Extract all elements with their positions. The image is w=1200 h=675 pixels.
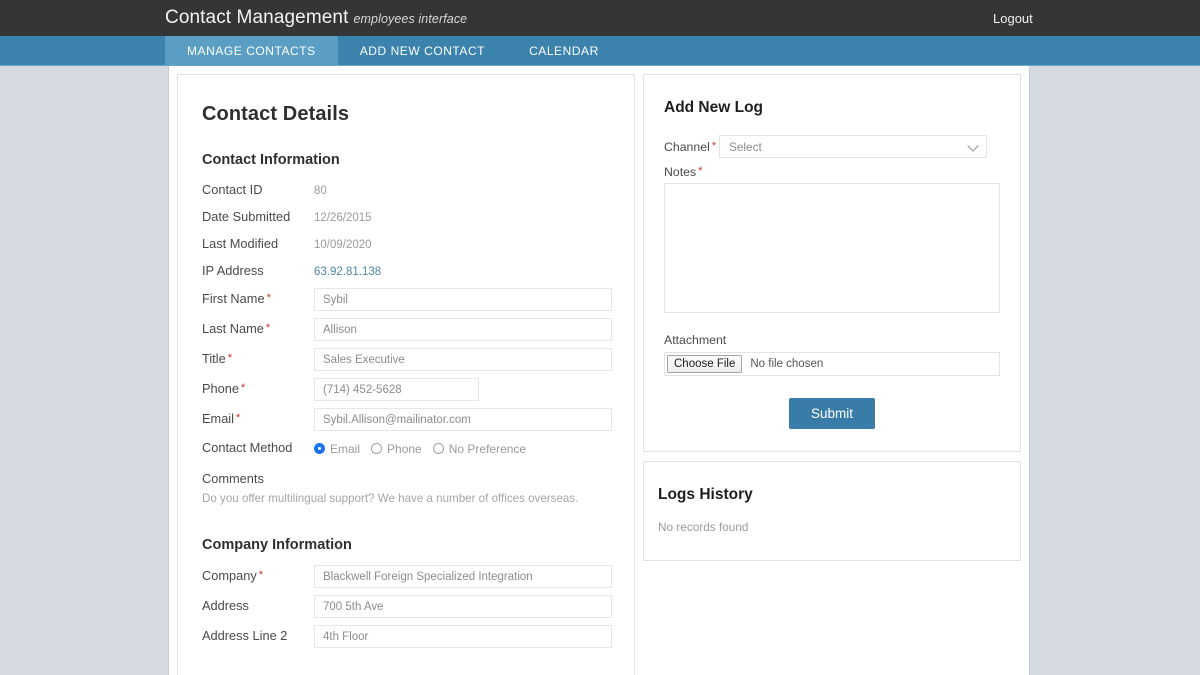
label-phone: Phone * — [202, 381, 246, 397]
radio-no-preference[interactable]: No Preference — [432, 441, 527, 456]
label-contact-id: Contact ID — [202, 182, 263, 198]
label-channel: Channel * — [664, 139, 717, 154]
radio-no-preference-label: No Preference — [448, 441, 527, 456]
row-channel: Channel * Select — [664, 135, 1000, 158]
channel-select-value: Select — [729, 139, 762, 154]
submit-button[interactable]: Submit — [788, 398, 876, 429]
radio-phone-icon — [371, 443, 383, 454]
right-column: Add New Log Channel * Select Notes * Attac… — [643, 74, 1021, 561]
company-information-heading: Company Information — [202, 537, 352, 554]
app-title: Contact Management — [165, 7, 349, 28]
page-background: Contact Details Contact Information Cont… — [0, 66, 1200, 675]
row-address-line-2: Address Line 2 4th Floor — [202, 625, 612, 649]
nav-left-spacer — [0, 36, 165, 65]
logs-history-empty-message: No records found — [658, 520, 749, 534]
row-first-name: First Name * Sybil — [202, 288, 612, 311]
row-contact-method: Contact Method Email Phone No Preference — [202, 438, 612, 459]
contact-information-heading: Contact Information — [202, 152, 340, 168]
required-marker: * — [265, 322, 271, 335]
required-marker: * — [258, 569, 264, 582]
row-date-submitted: Date Submitted 12/26/2015 — [202, 207, 612, 228]
label-notes: Notes * — [664, 165, 703, 179]
required-marker: * — [711, 139, 717, 152]
tab-manage-contacts[interactable]: MANAGE CONTACTS — [165, 36, 338, 65]
tab-add-new-contact[interactable]: ADD NEW CONTACT — [338, 36, 507, 65]
row-contact-id: Contact ID 80 — [202, 180, 612, 201]
file-status-text: No file chosen — [750, 358, 824, 370]
required-marker: * — [227, 352, 232, 365]
label-address-line-2: Address Line 2 — [202, 628, 288, 644]
add-new-log-title: Add New Log — [664, 99, 764, 116]
first-name-input[interactable]: Sybil — [314, 288, 612, 311]
two-column-layout: Contact Details Contact Information Cont… — [177, 74, 1021, 675]
label-last-modified: Last Modified — [202, 236, 279, 252]
address-line-2-input[interactable]: 4th Floor — [314, 625, 612, 649]
company-input[interactable]: Blackwell Foreign Specialized Integratio… — [314, 565, 612, 589]
row-ip-address: IP Address 63.92.81.138 — [202, 261, 612, 282]
required-marker: * — [241, 382, 246, 395]
required-marker: * — [236, 412, 241, 425]
label-address: Address — [202, 598, 249, 614]
choose-file-button[interactable]: Choose File — [667, 355, 743, 373]
email-input[interactable]: Sybil.Allison@mailinator.com — [314, 408, 612, 431]
app-brand: Contact Management employees interface — [165, 7, 467, 29]
label-first-name: First Name * — [202, 291, 271, 307]
add-new-log-panel: Add New Log Channel * Select Notes * Attac… — [643, 74, 1021, 452]
row-last-modified: Last Modified 10/09/2020 — [202, 234, 612, 255]
notes-textarea[interactable] — [664, 183, 1000, 313]
label-attachment: Attachment — [664, 333, 727, 347]
contact-details-panel: Contact Details Contact Information Cont… — [177, 74, 635, 675]
label-title: Title * — [202, 351, 232, 367]
radio-phone-label: Phone — [387, 441, 422, 456]
label-date-submitted: Date Submitted — [202, 209, 291, 225]
radio-email-label: Email — [330, 441, 361, 456]
required-marker: * — [266, 292, 271, 305]
phone-input[interactable]: (714) 452-5628 — [314, 378, 479, 401]
row-company: Company * Blackwell Foreign Specialized I… — [202, 565, 612, 589]
label-contact-method: Contact Method — [202, 440, 293, 456]
address-input[interactable]: 700 5th Ave — [314, 595, 612, 619]
logout-link[interactable]: Logout — [993, 11, 1200, 26]
top-bar: Contact Management employees interface Lo… — [0, 0, 1200, 36]
label-email: Email * — [202, 411, 241, 427]
radio-phone[interactable]: Phone — [371, 442, 422, 456]
row-last-name: Last Name * Allison — [202, 318, 612, 341]
attachment-file-input[interactable]: Choose File No file chosen — [664, 352, 1000, 376]
row-email: Email * Sybil.Allison@mailinator.com — [202, 408, 612, 431]
contact-method-radio-group: Email Phone No Preference — [314, 442, 526, 456]
app-subtitle: employees interface — [353, 12, 468, 26]
logs-history-title: Logs History — [658, 486, 753, 503]
row-title: Title * Sales Executive — [202, 348, 612, 371]
radio-email-icon — [314, 443, 325, 454]
content-container: Contact Details Contact Information Cont… — [168, 66, 1030, 675]
page-title: Contact Details — [202, 103, 350, 125]
label-ip-address: IP Address — [202, 263, 264, 279]
value-ip-address[interactable]: 63.92.81.138 — [314, 266, 381, 278]
value-contact-id: 80 — [314, 184, 327, 197]
chevron-down-icon — [967, 139, 979, 152]
last-name-input[interactable]: Allison — [314, 318, 612, 341]
row-address: Address 700 5th Ave — [202, 595, 612, 619]
comments-text: Do you offer multilingual support? We ha… — [202, 492, 579, 505]
submit-row: Submit — [664, 398, 1000, 429]
comments-label: Comments — [202, 471, 264, 486]
value-last-modified: 10/09/2020 — [314, 238, 372, 251]
value-date-submitted: 12/26/2015 — [314, 211, 372, 224]
radio-no-preference-icon — [432, 443, 444, 454]
logs-history-panel: Logs History No records found — [643, 461, 1021, 561]
radio-email[interactable]: Email — [314, 442, 360, 456]
row-phone: Phone * (714) 452-5628 — [202, 378, 612, 401]
tab-calendar[interactable]: CALENDAR — [507, 36, 621, 65]
title-input[interactable]: Sales Executive — [314, 348, 612, 371]
main-navigation: MANAGE CONTACTS ADD NEW CONTACT CALENDAR — [0, 36, 1200, 66]
label-last-name: Last Name * — [202, 321, 271, 337]
channel-select[interactable]: Select — [719, 135, 987, 158]
label-company: Company * — [202, 568, 264, 584]
required-marker: * — [698, 165, 703, 177]
